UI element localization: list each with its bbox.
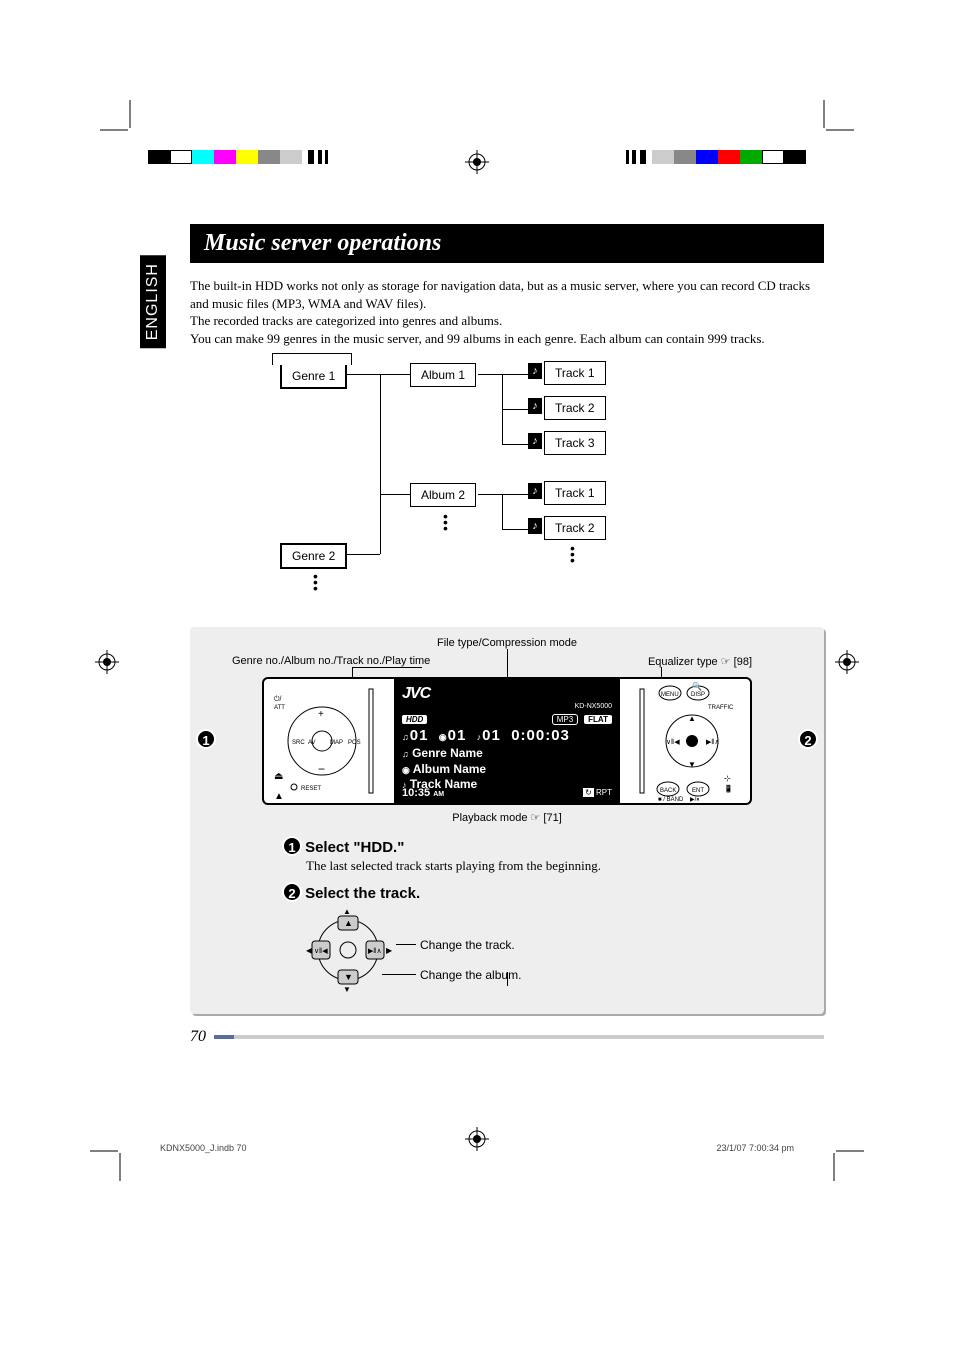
note-icon: ♪ [528, 363, 542, 379]
step-number-1: 1 [282, 836, 302, 856]
step-title: Select the track. [305, 885, 420, 902]
callout-label: Genre no./Album no./Track no./Play time [232, 655, 430, 667]
hdd-badge: HDD [402, 715, 427, 724]
genre-box: Genre 1 [280, 363, 347, 389]
track-box: Track 1 [544, 481, 606, 505]
svg-text:⊹: ⊹ [724, 774, 731, 783]
svg-text:🔍: 🔍 [692, 681, 702, 691]
track-box: Track 3 [544, 431, 606, 455]
callout-label: Equalizer type ☞ [98] [648, 655, 752, 668]
step-number-2: 2 [282, 882, 302, 902]
step-title: Select "HDD." [305, 839, 404, 856]
note-icon: ♪ [528, 518, 542, 534]
album-box: Album 1 [410, 363, 476, 387]
svg-text:▶⦀∧: ▶⦀∧ [706, 738, 720, 746]
svg-text:▶⦀∧: ▶⦀∧ [368, 947, 382, 955]
album-box: Album 2 [410, 483, 476, 507]
device-illustration: + − SRC AV MAP POS ⏻/ ATT RESET ⏏ ▲ [262, 677, 752, 805]
callout-label: Playback mode ☞ [71] [452, 812, 562, 824]
svg-text:▲: ▲ [274, 791, 284, 802]
callout-number-2: 2 [798, 729, 818, 749]
svg-text:▲: ▲ [343, 908, 351, 916]
svg-text:▶: ▶ [386, 946, 393, 955]
svg-text:POS: POS [348, 740, 361, 746]
svg-text:BACK: BACK [660, 788, 676, 794]
svg-text:RESET: RESET [301, 786, 321, 792]
device-right-panel: MENU DISP TRAFFIC 🔍 ▲ ▼ ∨⦀◀ ▶⦀∧ BACK ENT… [620, 679, 750, 803]
svg-text:⏏: ⏏ [274, 771, 283, 782]
device-left-panel: + − SRC AV MAP POS ⏻/ ATT RESET ⏏ ▲ [264, 679, 394, 803]
registration-icon [95, 650, 119, 674]
svg-text:▶/⏸: ▶/⏸ [690, 797, 699, 803]
intro-text: The built-in HDD works not only as stora… [190, 277, 824, 347]
registration-icon [835, 650, 859, 674]
svg-text:SRC: SRC [292, 740, 305, 746]
flat-badge: FLAT [584, 715, 612, 724]
mp3-badge: MP3 [552, 714, 578, 725]
svg-text:ENT: ENT [692, 788, 704, 794]
track-box: Track 2 [544, 516, 606, 540]
mini-control-diagram: ▲ ▼ ∨⦀◀ ▶⦀∧ ▲ ▼ ◀ ▶ Change the track. Ch… [306, 908, 812, 998]
genre-box: Genre 2 [280, 543, 347, 569]
crop-mark [90, 1141, 130, 1181]
svg-text:+: + [318, 709, 324, 720]
svg-text:▼: ▼ [344, 972, 353, 982]
note-icon: ♪ [528, 398, 542, 414]
svg-text:⏻/: ⏻/ [274, 695, 282, 703]
svg-text:▲: ▲ [344, 918, 353, 928]
svg-text:▲: ▲ [688, 714, 696, 723]
svg-text:📱: 📱 [724, 784, 733, 793]
svg-text:MENU: MENU [661, 692, 679, 698]
svg-text:∨⦀◀: ∨⦀◀ [666, 738, 680, 746]
svg-text:MAP: MAP [330, 740, 343, 746]
svg-text:◀: ◀ [306, 946, 313, 955]
crop-mark [824, 1141, 864, 1181]
track-box: Track 1 [544, 361, 606, 385]
svg-text:AV: AV [308, 740, 316, 746]
track-box: Track 2 [544, 396, 606, 420]
svg-text:ATT: ATT [274, 705, 285, 711]
note-icon: ♪ [528, 433, 542, 449]
svg-text:TRAFFIC: TRAFFIC [708, 705, 734, 711]
device-callout-panel: File type/Compression mode Genre no./Alb… [190, 627, 824, 1014]
callout-label: File type/Compression mode [437, 637, 577, 649]
svg-text:−: − [318, 762, 325, 776]
svg-text:■ / BAND: ■ / BAND [658, 797, 684, 803]
callout-number-1: 1 [196, 729, 216, 749]
jvc-logo: JVC [402, 685, 612, 703]
svg-text:▼: ▼ [343, 985, 351, 992]
step-body: The last selected track starts playing f… [306, 858, 812, 874]
svg-text:∨⦀◀: ∨⦀◀ [314, 947, 328, 955]
track-counter: ♫01 ◉01 ♪01 0:00:03 [402, 727, 612, 744]
hierarchy-diagram: Genre 1 Genre 2 Album 1 Album 2 ♪ Track … [280, 353, 824, 623]
page-number-bar: 70 [190, 1028, 824, 1046]
print-footer: KDNX5000_J.indb 70 23/1/07 7:00:34 pm [160, 1143, 794, 1153]
svg-text:DISP: DISP [691, 692, 705, 698]
note-icon: ♪ [528, 483, 542, 499]
page-title: Music server operations [190, 224, 824, 263]
svg-text:▼: ▼ [688, 760, 696, 769]
